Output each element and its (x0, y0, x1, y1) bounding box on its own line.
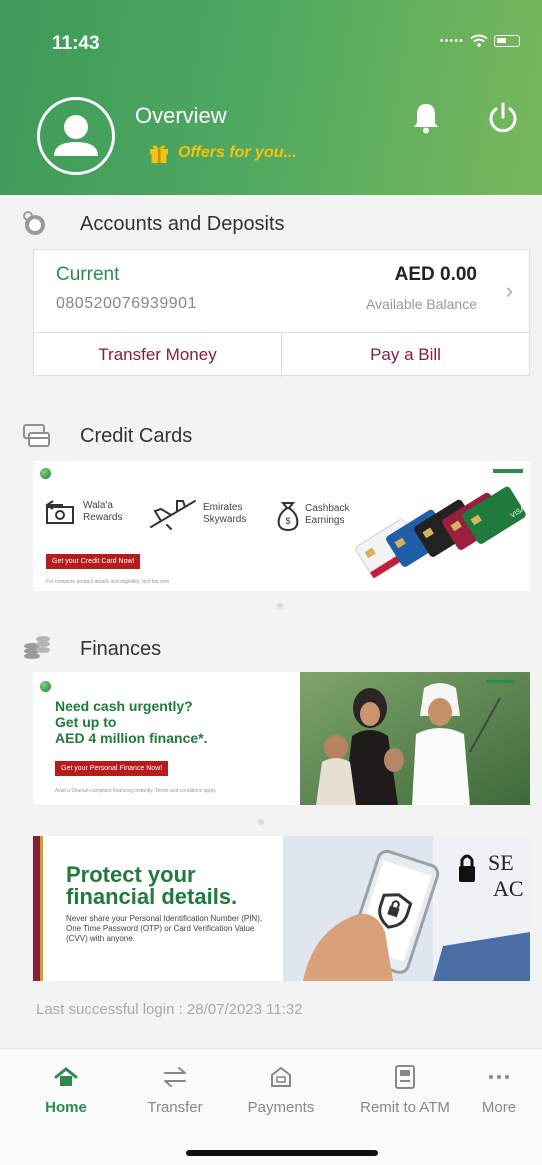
family-photo (300, 672, 530, 805)
page-title: Overview (135, 103, 227, 128)
carousel-indicator (258, 819, 264, 825)
account-balance: AED 0.00 (394, 264, 477, 285)
carousel-indicator (277, 603, 283, 609)
tab-more[interactable]: More (444, 1063, 542, 1116)
credit-card-fine-print: For complete product details and eligibi… (46, 579, 170, 585)
coins-stack-icon (24, 636, 50, 659)
banner-photo-text: AC (493, 876, 524, 901)
section-title: Finances (80, 637, 162, 660)
power-logout-icon[interactable] (486, 101, 520, 135)
credit-cards-section-header: Credit Cards (0, 411, 542, 461)
finance-headline: Need cash urgently? Get up to AED 4 mill… (55, 698, 208, 746)
svg-text:$: $ (285, 516, 290, 526)
notifications-bell-icon[interactable] (411, 101, 441, 135)
payments-icon (271, 1066, 291, 1087)
transfer-arrows-icon (164, 1067, 186, 1087)
transfer-money-button[interactable]: Transfer Money (34, 333, 281, 377)
section-title: Credit Cards (80, 424, 193, 447)
banner-photo-text: SE (488, 850, 514, 875)
offers-link[interactable]: Offers for you... (148, 142, 297, 164)
tab-home[interactable]: Home (11, 1063, 121, 1116)
security-awareness-banner[interactable]: Protect your financial details. Never sh… (33, 836, 530, 981)
bank-logo-icon (40, 681, 51, 692)
signal-icon: ••••• (439, 35, 464, 47)
credit-card-banner[interactable]: Wala'a Rewards Emirates Skywards $ Cashb… (33, 461, 530, 591)
airplane-icon (150, 500, 196, 530)
tab-label: Remit to ATM (360, 1099, 450, 1116)
feature-label: Wala'a Rewards (83, 500, 123, 523)
security-headline: Protect your financial details. (66, 862, 238, 909)
section-title: Accounts and Deposits (80, 212, 285, 235)
account-card[interactable]: Current 080520076939901 AED 0.00 Availab… (33, 249, 530, 377)
feature-skywards: Emirates Skywards (147, 497, 261, 531)
money-bag-icon: $ (277, 502, 299, 532)
feature-rewards: Wala'a Rewards (45, 497, 141, 527)
status-icons: ••••• (440, 34, 520, 48)
battery-icon (494, 35, 520, 47)
tab-payments[interactable]: Payments (226, 1063, 336, 1116)
tab-label: More (481, 1099, 517, 1116)
chevron-right-icon[interactable]: › (506, 278, 513, 304)
account-number: 080520076939901 (56, 295, 197, 312)
tab-label: Transfer (147, 1099, 203, 1116)
pay-bill-button[interactable]: Pay a Bill (281, 333, 529, 377)
gift-box-icon (45, 500, 74, 524)
finance-fine-print: Avail a Shariah-compliant financing inst… (55, 788, 217, 794)
account-type: Current (56, 264, 120, 285)
tab-label: Home (45, 1099, 87, 1116)
tab-label: Payments (247, 1099, 315, 1116)
profile-avatar[interactable] (37, 97, 115, 175)
status-time: 11:43 (52, 33, 100, 54)
accounts-section-header: Accounts and Deposits (0, 199, 542, 249)
balance-label: Available Balance (365, 296, 477, 312)
bottom-tab-bar: Home Transfer Payments Remit to ATM More (0, 1048, 542, 1165)
security-body-text: Never share your Personal Identification… (66, 914, 263, 943)
account-actions: Transfer Money Pay a Bill (34, 332, 529, 377)
credit-card-icon (23, 424, 50, 447)
app-header: 11:43 ••••• Overview Offers for you... (0, 0, 542, 195)
bank-logo-icon (40, 468, 51, 479)
piggy-bank-icon (23, 211, 45, 235)
security-text-panel: Protect your financial details. Never sh… (33, 836, 283, 981)
finances-section-header: Finances (0, 624, 542, 674)
credit-cards-image: VISA (355, 486, 527, 579)
wifi-icon (470, 34, 488, 47)
user-icon (54, 115, 98, 156)
feature-label: Emirates Skywards (203, 502, 247, 525)
last-login-text: Last successful login : 28/07/2023 11:32 (36, 1001, 303, 1018)
brand-bar (493, 469, 523, 473)
home-icon (54, 1067, 78, 1086)
finance-text-panel: Need cash urgently? Get up to AED 4 mill… (33, 672, 300, 805)
home-indicator[interactable] (186, 1150, 378, 1156)
tab-transfer[interactable]: Transfer (120, 1063, 230, 1116)
phone-security-photo: SE AC (283, 836, 530, 981)
personal-finance-banner[interactable]: Need cash urgently? Get up to AED 4 mill… (33, 672, 530, 805)
get-credit-card-button[interactable]: Get your Credit Card Now! (46, 554, 141, 569)
atm-icon (395, 1065, 415, 1089)
get-personal-finance-button[interactable]: Get your Personal Finance Now! (55, 761, 169, 776)
gift-icon (150, 145, 168, 163)
offers-label: Offers for you... (178, 144, 297, 161)
more-dots-icon (489, 1075, 509, 1079)
